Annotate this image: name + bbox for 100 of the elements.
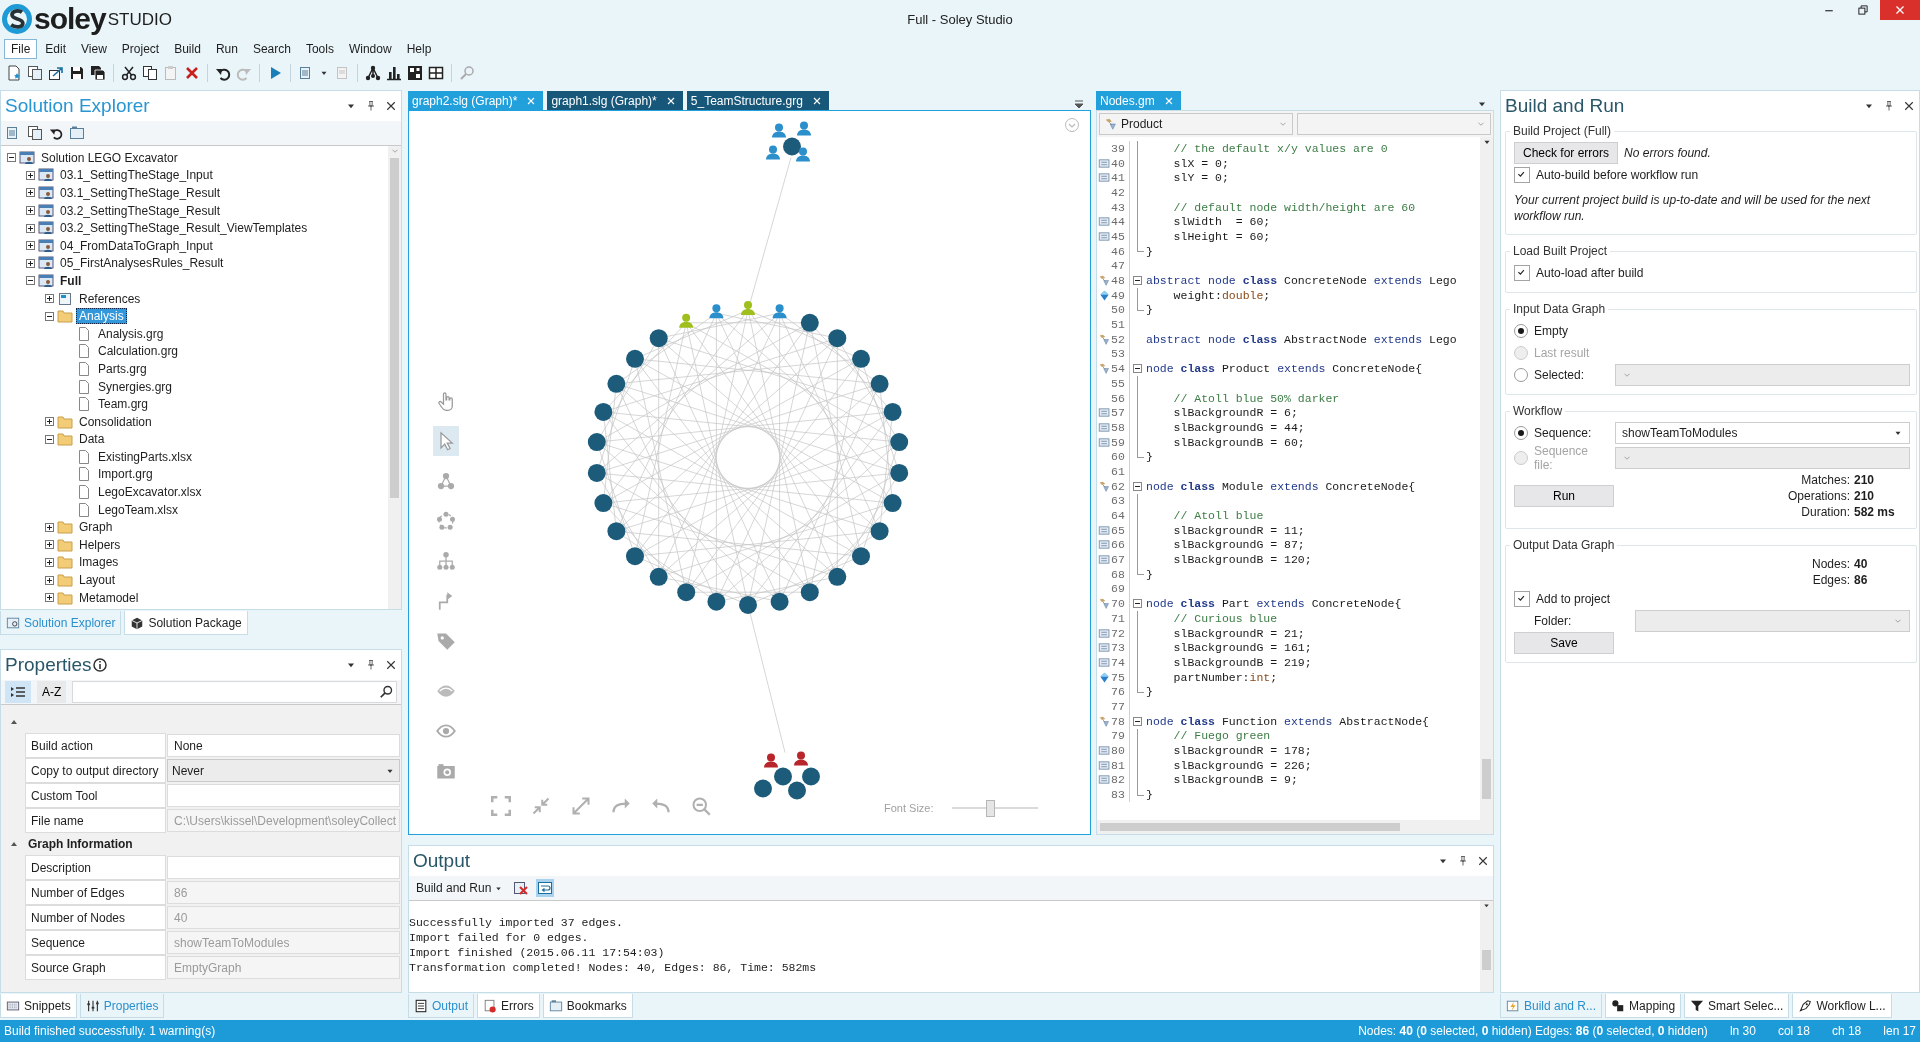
stat-label: Duration: bbox=[1801, 504, 1850, 520]
code-line: slBackgroundR = 6; bbox=[1172, 406, 1298, 420]
tree-item[interactable]: Synergies.grg bbox=[95, 378, 176, 395]
tree-item[interactable]: References bbox=[76, 290, 144, 307]
panel-tab[interactable]: Solution Package bbox=[124, 611, 248, 635]
radio-label: Selected: bbox=[1534, 368, 1585, 382]
source-dropdown[interactable]: Build and Run bbox=[413, 881, 507, 895]
tree-item[interactable]: 05_FirstAnalysesRules_Result bbox=[57, 255, 227, 272]
code-line: // Fuego green bbox=[1172, 729, 1271, 743]
code-line: node class Function extends AbstractNode{ bbox=[1146, 714, 1429, 728]
code-line: slHeight = 60; bbox=[1172, 229, 1271, 243]
panel-tab[interactable]: Errors bbox=[477, 994, 540, 1018]
line-number: 81 bbox=[1111, 757, 1130, 773]
line-number: 46 bbox=[1111, 243, 1130, 259]
tree-item[interactable]: Calculation.grg bbox=[95, 343, 182, 360]
cursor-position: col 18 bbox=[1777, 1024, 1810, 1038]
code-line: slBackgroundR = 11; bbox=[1172, 523, 1305, 537]
line-number: 49 bbox=[1111, 287, 1130, 303]
panel-tab[interactable]: Workflow L... bbox=[1792, 994, 1892, 1018]
tree-item[interactable]: Full bbox=[57, 272, 85, 289]
property-name: Build action bbox=[25, 733, 166, 758]
line-number: 70 bbox=[1111, 596, 1130, 611]
tree-item[interactable]: Images bbox=[76, 554, 122, 571]
menu-item[interactable]: File bbox=[4, 39, 38, 59]
output-line: Import finished (2015.06.11 17:54:03) bbox=[409, 945, 666, 960]
tree-item[interactable]: Metamodel bbox=[76, 589, 142, 606]
tree-item[interactable]: LegoExcavator.xlsx bbox=[95, 484, 205, 501]
group-title: Build Project (Full) bbox=[1512, 124, 1613, 138]
property-dropdown[interactable]: Never bbox=[167, 759, 400, 782]
output-line: Transformation completed! Nodes: 40, Edges: 86, Time: 582ms bbox=[409, 960, 818, 975]
menu-item[interactable]: Window bbox=[341, 39, 399, 59]
menu-item[interactable]: View bbox=[74, 39, 114, 59]
line-number: 80 bbox=[1111, 743, 1130, 758]
tree-item[interactable]: 03.2_SettingTheStage_Result bbox=[57, 202, 224, 219]
code-line: slBackgroundG = 87; bbox=[1172, 538, 1305, 552]
line-number: 79 bbox=[1111, 728, 1130, 744]
tree-item[interactable]: Team.grg bbox=[95, 396, 152, 413]
line-number: 82 bbox=[1111, 772, 1130, 788]
tree-item[interactable]: Import.grg bbox=[95, 466, 156, 483]
tree-item[interactable]: 03.1_SettingTheStage_Result bbox=[57, 185, 224, 201]
line-number: 76 bbox=[1111, 684, 1130, 700]
stat-label: Matches: bbox=[1801, 472, 1850, 488]
tree-item[interactable]: ExistingParts.xlsx bbox=[95, 448, 196, 465]
group-title: Output Data Graph bbox=[1512, 538, 1616, 552]
output-line: Successfully imported 37 edges. bbox=[409, 915, 624, 930]
tree-item[interactable]: Graph bbox=[76, 519, 116, 536]
radio-label: Sequence file: bbox=[1534, 444, 1590, 472]
line-number: 42 bbox=[1111, 185, 1130, 200]
document-tab[interactable]: 5_TeamStructure.grg bbox=[686, 91, 829, 110]
type-dropdown[interactable]: Product bbox=[1099, 113, 1293, 135]
line-number: 40 bbox=[1111, 155, 1130, 171]
run-button[interactable]: Run bbox=[1514, 485, 1614, 507]
tree-item[interactable]: 04_FromDataToGraph_Input bbox=[57, 237, 216, 254]
tree-item[interactable]: Helpers bbox=[76, 536, 124, 553]
line-number: 45 bbox=[1111, 229, 1130, 244]
line-number: 56 bbox=[1111, 390, 1130, 406]
code-line: } bbox=[1146, 567, 1153, 581]
property-field: C:\Users\kissel\Development\soleyCollect bbox=[167, 809, 400, 832]
menu-item[interactable]: Run bbox=[208, 39, 245, 59]
cursor-position: ch 18 bbox=[1831, 1024, 1862, 1038]
tree-item[interactable]: Parts.grg bbox=[95, 360, 150, 377]
code-line: slBackgroundR = 21; bbox=[1172, 626, 1305, 640]
document-tab[interactable]: graph1.slg (Graph)* bbox=[547, 91, 683, 110]
sort-button[interactable]: A-Z bbox=[37, 681, 67, 703]
property-field[interactable]: None bbox=[167, 734, 400, 757]
panel-tab[interactable]: Smart Selec... bbox=[1684, 994, 1790, 1018]
line-number: 48 bbox=[1111, 273, 1130, 288]
tree-item[interactable]: 03.1_SettingTheStage_Input bbox=[57, 167, 216, 184]
panel-tab[interactable]: Mapping bbox=[1605, 994, 1682, 1018]
line-number: 64 bbox=[1111, 508, 1130, 523]
menu-item[interactable]: Tools bbox=[298, 39, 341, 59]
checkbox-label: Auto-load after build bbox=[1536, 266, 1644, 280]
code-line: } bbox=[1146, 788, 1153, 802]
tree-item[interactable]: Consolidation bbox=[76, 413, 155, 430]
tree-item[interactable]: Layout bbox=[76, 572, 119, 589]
code-line: slBackgroundB = 9; bbox=[1172, 773, 1298, 787]
save-button[interactable]: Save bbox=[1514, 632, 1614, 654]
tree-item[interactable]: LegoTeam.xlsx bbox=[95, 501, 182, 518]
tree-item[interactable]: Solution LEGO Excavator bbox=[38, 149, 181, 166]
stat-value: 86 bbox=[1854, 572, 1869, 588]
check-errors-button[interactable]: Check for errors bbox=[1514, 142, 1619, 164]
panel-tab[interactable]: Bookmarks bbox=[542, 994, 633, 1018]
property-name: Copy to output directory bbox=[25, 758, 166, 783]
menu-item[interactable]: Build bbox=[167, 39, 208, 59]
menu-item[interactable]: Help bbox=[399, 39, 439, 59]
menu-item[interactable]: Search bbox=[245, 39, 298, 59]
property-field: EmptyGraph bbox=[167, 956, 400, 979]
line-number: 63 bbox=[1111, 493, 1130, 509]
dropdown[interactable]: showTeamToModules bbox=[1615, 422, 1910, 444]
line-number: 78 bbox=[1111, 713, 1130, 729]
tree-item[interactable]: Data bbox=[76, 431, 108, 448]
tree-item[interactable]: Analysis.grg bbox=[95, 325, 167, 342]
menu-item[interactable]: Edit bbox=[38, 39, 74, 59]
checkbox-label: Add to project bbox=[1536, 592, 1611, 606]
panel-tab[interactable]: Snippets bbox=[0, 994, 77, 1018]
line-number: 73 bbox=[1111, 640, 1130, 656]
line-number: 60 bbox=[1111, 449, 1130, 465]
menu-item[interactable]: Project bbox=[114, 39, 167, 59]
code-line: abstract node class AbstractNode extends Lego bbox=[1146, 332, 1457, 346]
tree-item[interactable]: 03.2_SettingTheStage_Result_ViewTemplates bbox=[57, 220, 311, 237]
